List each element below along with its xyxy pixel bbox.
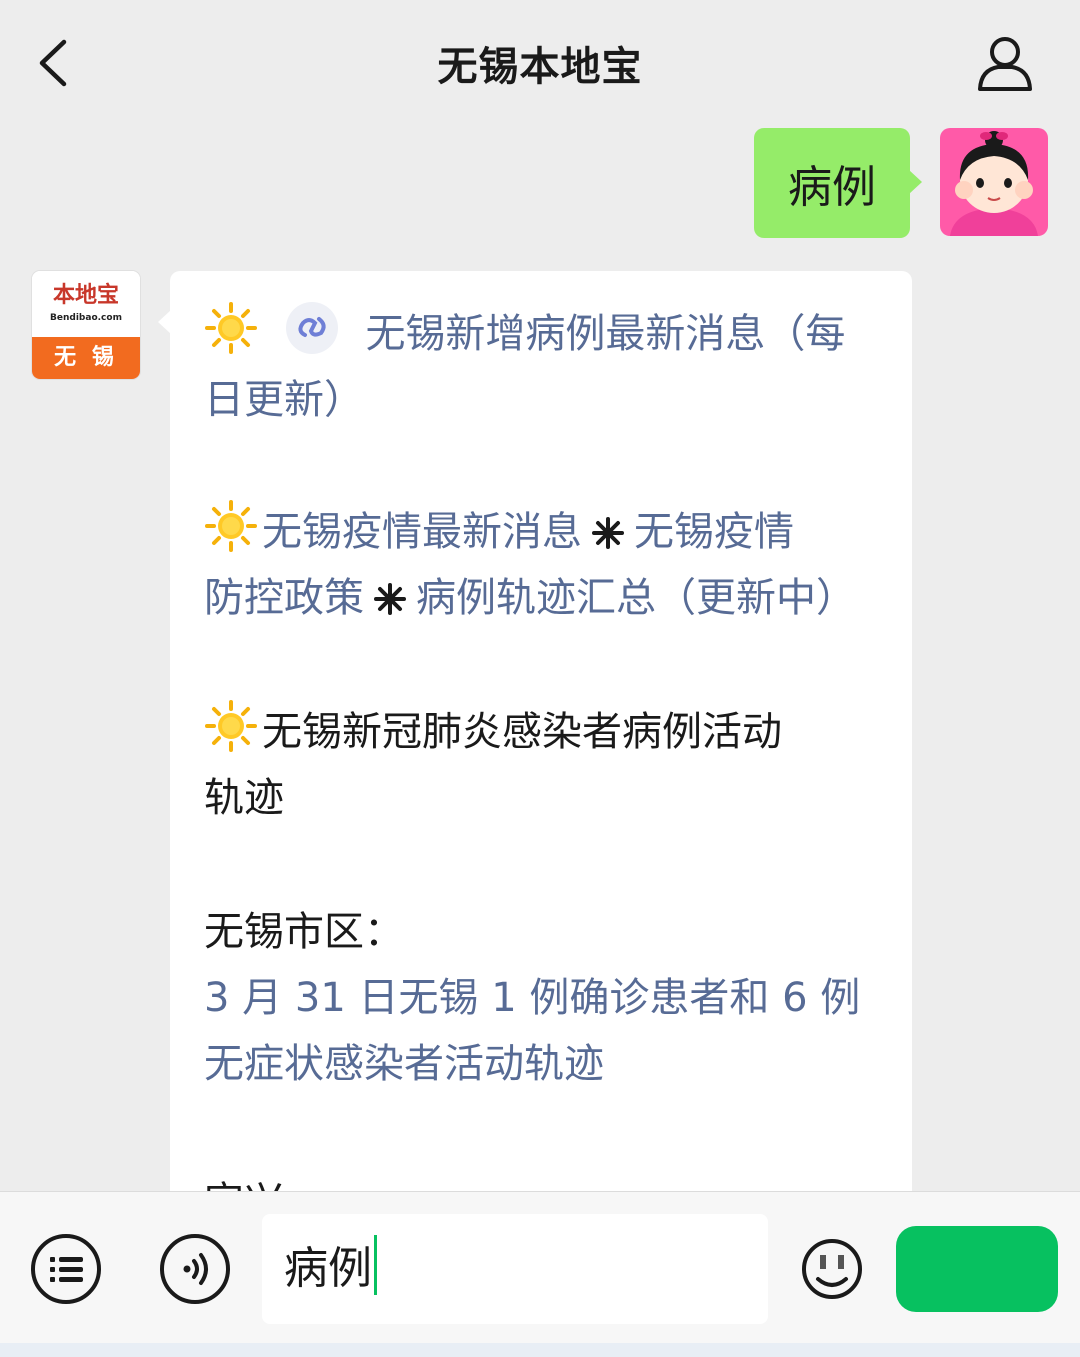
outgoing-message-text: 病例	[788, 162, 876, 213]
link-case-tracks-summary[interactable]: 病例轨迹汇总（更新中）	[416, 575, 856, 621]
menu-list-icon	[31, 1234, 101, 1304]
link-epidemic-policy-b[interactable]: 防控政策	[204, 575, 364, 621]
link-march31-tracks[interactable]: 3 月 31 日无锡 1 例确诊患者和 6 例	[204, 975, 860, 1021]
chat-screen: 无锡本地宝 病例 本地宝 Bendibao.com 无 锡 无锡新增病例最新消息…	[0, 0, 1080, 1357]
incoming-message-bubble: 无锡新增病例最新消息（每 日更新） 无锡疫情最新消息 无锡疫情 防控政策 病例轨…	[170, 271, 912, 1201]
link-epidemic-news[interactable]: 无锡疫情最新消息	[262, 509, 582, 555]
asterisk-icon	[592, 517, 624, 549]
header-bar: 无锡本地宝	[0, 0, 1080, 118]
message-item-1: 无锡新增病例最新消息（每 日更新）	[204, 301, 884, 433]
voice-icon	[160, 1234, 230, 1304]
link-new-cases[interactable]: 无锡新增病例最新消息（每	[365, 311, 845, 357]
logo-top: 本地宝 Bendibao.com	[32, 271, 140, 337]
send-button[interactable]	[896, 1226, 1058, 1312]
link-new-cases-cont[interactable]: 日更新）	[204, 377, 364, 423]
menu-button[interactable]	[30, 1233, 102, 1305]
message-input-value: 病例	[284, 1243, 372, 1294]
bottom-strip	[0, 1343, 1080, 1357]
sun-icon	[205, 700, 257, 752]
text-caret	[374, 1235, 377, 1295]
link-march31-tracks-cont[interactable]: 无症状感染者活动轨迹	[204, 1041, 604, 1087]
cartoon-girl-avatar	[940, 128, 1048, 236]
user-avatar[interactable]	[940, 128, 1048, 236]
message-item-4: 无锡市区： 3 月 31 日无锡 1 例确诊患者和 6 例 无症状感染者活动轨迹	[204, 899, 884, 1097]
message-item-3: 无锡新冠肺炎感染者病例活动 轨迹	[204, 699, 884, 831]
mini-program-link-icon	[285, 302, 338, 354]
logo-name: 本地宝	[52, 282, 119, 308]
message-item-2: 无锡疫情最新消息 无锡疫情 防控政策 病例轨迹汇总（更新中）	[204, 499, 884, 631]
profile-button[interactable]	[972, 34, 1038, 94]
voice-button[interactable]	[159, 1233, 231, 1305]
sender-avatar[interactable]: 本地宝 Bendibao.com 无 锡	[32, 271, 140, 379]
sun-icon	[205, 302, 257, 354]
infected-tracks-text-cont: 轨迹	[204, 775, 284, 821]
user-profile-icon	[978, 37, 1032, 91]
outgoing-message-bubble[interactable]: 病例	[754, 128, 922, 238]
logo-url: Bendibao.com	[50, 313, 122, 323]
link-epidemic-policy-a[interactable]: 无锡疫情	[634, 509, 794, 555]
emoji-icon	[802, 1239, 862, 1299]
logo-city: 无 锡	[32, 337, 140, 379]
chat-title: 无锡本地宝	[437, 44, 643, 90]
sun-icon	[205, 500, 257, 552]
section-title-urban: 无锡市区：	[204, 909, 404, 955]
emoji-button[interactable]	[800, 1233, 864, 1305]
infected-tracks-text: 无锡新冠肺炎感染者病例活动	[262, 709, 782, 755]
message-input[interactable]: 病例	[262, 1214, 768, 1324]
asterisk-icon	[374, 583, 406, 615]
